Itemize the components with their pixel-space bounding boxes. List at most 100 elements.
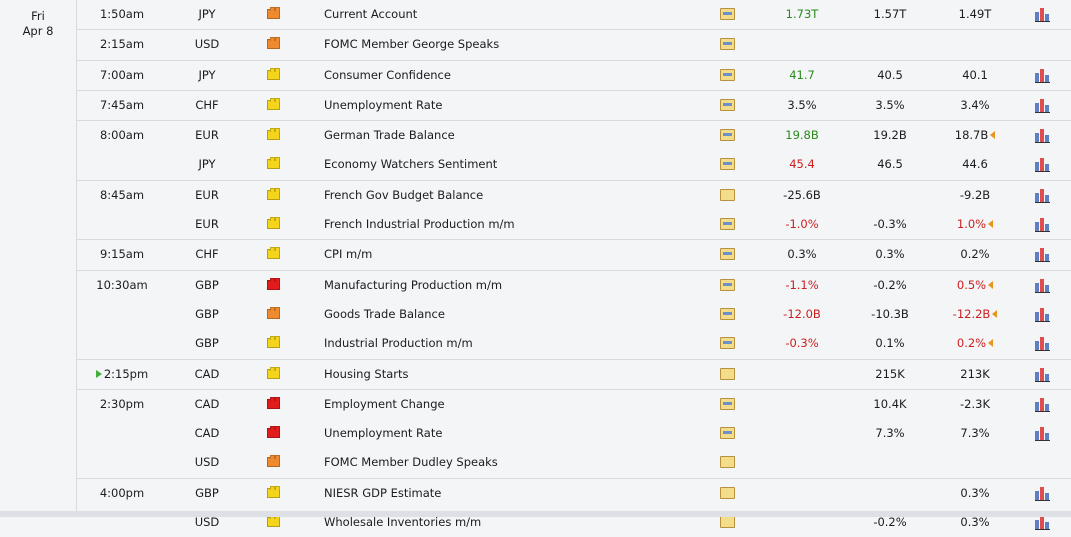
chart-cell[interactable] bbox=[1033, 61, 1051, 89]
event-row[interactable]: 7:45am CHF Unemployment Rate 3.5% 3.5% 3.4% bbox=[77, 89, 1071, 120]
detail-cell[interactable] bbox=[720, 121, 738, 149]
chart-cell[interactable] bbox=[1033, 479, 1051, 507]
event-title[interactable]: Manufacturing Production m/m bbox=[324, 271, 704, 299]
event-title[interactable]: Consumer Confidence bbox=[324, 61, 704, 89]
event-detail-icon[interactable] bbox=[720, 278, 735, 291]
event-title[interactable]: French Gov Budget Balance bbox=[324, 181, 704, 209]
event-detail-icon[interactable] bbox=[720, 38, 735, 51]
chart-cell[interactable] bbox=[1033, 30, 1051, 58]
event-detail-icon[interactable] bbox=[720, 367, 735, 380]
event-detail-icon[interactable] bbox=[720, 427, 735, 440]
chart-cell[interactable] bbox=[1033, 121, 1051, 149]
event-detail-icon[interactable] bbox=[720, 188, 735, 201]
event-title[interactable]: Housing Starts bbox=[324, 360, 704, 388]
event-detail-icon[interactable] bbox=[720, 68, 735, 81]
chart-cell[interactable] bbox=[1033, 329, 1051, 357]
event-title[interactable]: Employment Change bbox=[324, 390, 704, 418]
event-row[interactable]: 2:15am USD FOMC Member George Speaks bbox=[77, 29, 1071, 59]
bar-chart-icon[interactable] bbox=[1035, 68, 1050, 83]
event-title[interactable]: Goods Trade Balance bbox=[324, 300, 704, 328]
event-row[interactable]: 9:15am CHF CPI m/m 0.3% 0.3% 0.2% bbox=[77, 239, 1071, 269]
bar-chart-icon[interactable] bbox=[1035, 218, 1050, 233]
event-row[interactable]: 10:30am GBP Manufacturing Production m/m -1… bbox=[77, 269, 1071, 300]
bar-chart-icon[interactable] bbox=[1035, 248, 1050, 263]
bar-chart-icon[interactable] bbox=[1035, 516, 1050, 531]
bar-chart-icon[interactable] bbox=[1035, 397, 1050, 412]
chart-cell[interactable] bbox=[1033, 150, 1051, 178]
event-row[interactable]: EUR French Industrial Production m/m -1.0%… bbox=[77, 210, 1071, 239]
bar-chart-icon[interactable] bbox=[1035, 278, 1050, 293]
event-title[interactable]: Current Account bbox=[324, 0, 704, 28]
event-detail-icon[interactable] bbox=[720, 486, 735, 499]
detail-cell[interactable] bbox=[720, 448, 738, 476]
bar-chart-icon[interactable] bbox=[1035, 486, 1050, 501]
event-row[interactable]: USD FOMC Member Dudley Speaks bbox=[77, 448, 1071, 477]
event-title[interactable]: Unemployment Rate bbox=[324, 91, 704, 119]
detail-cell[interactable] bbox=[720, 271, 738, 299]
event-row[interactable]: 2:15pm CAD Housing Starts 215K 213K bbox=[77, 358, 1071, 389]
bar-chart-icon[interactable] bbox=[1035, 129, 1050, 144]
event-row[interactable]: GBP Industrial Production m/m -0.3% 0.1% 0.2… bbox=[77, 329, 1071, 358]
event-title[interactable]: French Industrial Production m/m bbox=[324, 210, 704, 238]
event-title[interactable]: CPI m/m bbox=[324, 240, 704, 268]
detail-cell[interactable] bbox=[720, 479, 738, 507]
event-row[interactable]: 8:00am EUR German Trade Balance 19.8B 19.2B 1… bbox=[77, 120, 1071, 150]
chart-cell[interactable] bbox=[1033, 271, 1051, 299]
event-title[interactable]: FOMC Member Dudley Speaks bbox=[324, 448, 704, 476]
chart-cell[interactable] bbox=[1033, 210, 1051, 238]
event-detail-icon[interactable] bbox=[720, 218, 735, 231]
event-title[interactable]: German Trade Balance bbox=[324, 121, 704, 149]
bar-chart-icon[interactable] bbox=[1035, 8, 1050, 22]
detail-cell[interactable] bbox=[720, 300, 738, 328]
event-row[interactable]: 7:00am JPY Consumer Confidence 41.7 40.5 40.1 bbox=[77, 59, 1071, 90]
event-title[interactable]: NIESR GDP Estimate bbox=[324, 479, 704, 507]
revised-arrow-icon[interactable] bbox=[992, 309, 998, 318]
event-row[interactable]: 8:45am EUR French Gov Budget Balance -25.6B… bbox=[77, 179, 1071, 210]
bar-chart-icon[interactable] bbox=[1035, 98, 1050, 113]
event-detail-icon[interactable] bbox=[720, 129, 735, 142]
event-detail-icon[interactable] bbox=[720, 98, 735, 111]
chart-cell[interactable] bbox=[1033, 390, 1051, 418]
bar-chart-icon[interactable] bbox=[1035, 188, 1050, 203]
detail-cell[interactable] bbox=[720, 240, 738, 268]
event-title[interactable]: Economy Watchers Sentiment bbox=[324, 150, 704, 178]
detail-cell[interactable] bbox=[720, 30, 738, 58]
event-row[interactable]: 2:30pm CAD Employment Change 10.4K -2.3K bbox=[77, 388, 1071, 419]
detail-cell[interactable] bbox=[720, 181, 738, 209]
chart-cell[interactable] bbox=[1033, 91, 1051, 119]
detail-cell[interactable] bbox=[720, 61, 738, 89]
detail-cell[interactable] bbox=[720, 360, 738, 388]
revised-arrow-icon[interactable] bbox=[988, 220, 994, 229]
revised-arrow-icon[interactable] bbox=[990, 131, 996, 140]
bar-chart-icon[interactable] bbox=[1035, 337, 1050, 352]
bar-chart-icon[interactable] bbox=[1035, 307, 1050, 322]
detail-cell[interactable] bbox=[720, 210, 738, 238]
event-row[interactable]: JPY Economy Watchers Sentiment 45.4 46.5 44.… bbox=[77, 150, 1071, 179]
event-detail-icon[interactable] bbox=[720, 8, 735, 20]
event-detail-icon[interactable] bbox=[720, 337, 735, 350]
detail-cell[interactable] bbox=[720, 150, 738, 178]
event-detail-icon[interactable] bbox=[720, 397, 735, 410]
chart-cell[interactable] bbox=[1033, 181, 1051, 209]
chart-cell[interactable] bbox=[1033, 0, 1051, 28]
event-detail-icon[interactable] bbox=[720, 307, 735, 320]
event-row[interactable]: 1:50am JPY Current Account 1.73T 1.57T 1.49T bbox=[77, 0, 1071, 29]
bar-chart-icon[interactable] bbox=[1035, 158, 1050, 173]
chart-cell[interactable] bbox=[1033, 419, 1051, 447]
chart-cell[interactable] bbox=[1033, 240, 1051, 268]
detail-cell[interactable] bbox=[720, 329, 738, 357]
event-detail-icon[interactable] bbox=[720, 248, 735, 261]
chart-cell[interactable] bbox=[1033, 300, 1051, 328]
event-row[interactable]: 4:00pm GBP NIESR GDP Estimate 0.3% bbox=[77, 477, 1071, 508]
detail-cell[interactable] bbox=[720, 91, 738, 119]
event-detail-icon[interactable] bbox=[720, 158, 735, 171]
detail-cell[interactable] bbox=[720, 390, 738, 418]
revised-arrow-icon[interactable] bbox=[988, 280, 994, 289]
event-row[interactable]: CAD Unemployment Rate 7.3% 7.3% bbox=[77, 419, 1071, 448]
event-detail-icon[interactable] bbox=[720, 516, 735, 529]
detail-cell[interactable] bbox=[720, 0, 738, 28]
event-title[interactable]: Unemployment Rate bbox=[324, 419, 704, 447]
event-detail-icon[interactable] bbox=[720, 456, 735, 469]
chart-cell[interactable] bbox=[1033, 360, 1051, 388]
detail-cell[interactable] bbox=[720, 419, 738, 447]
